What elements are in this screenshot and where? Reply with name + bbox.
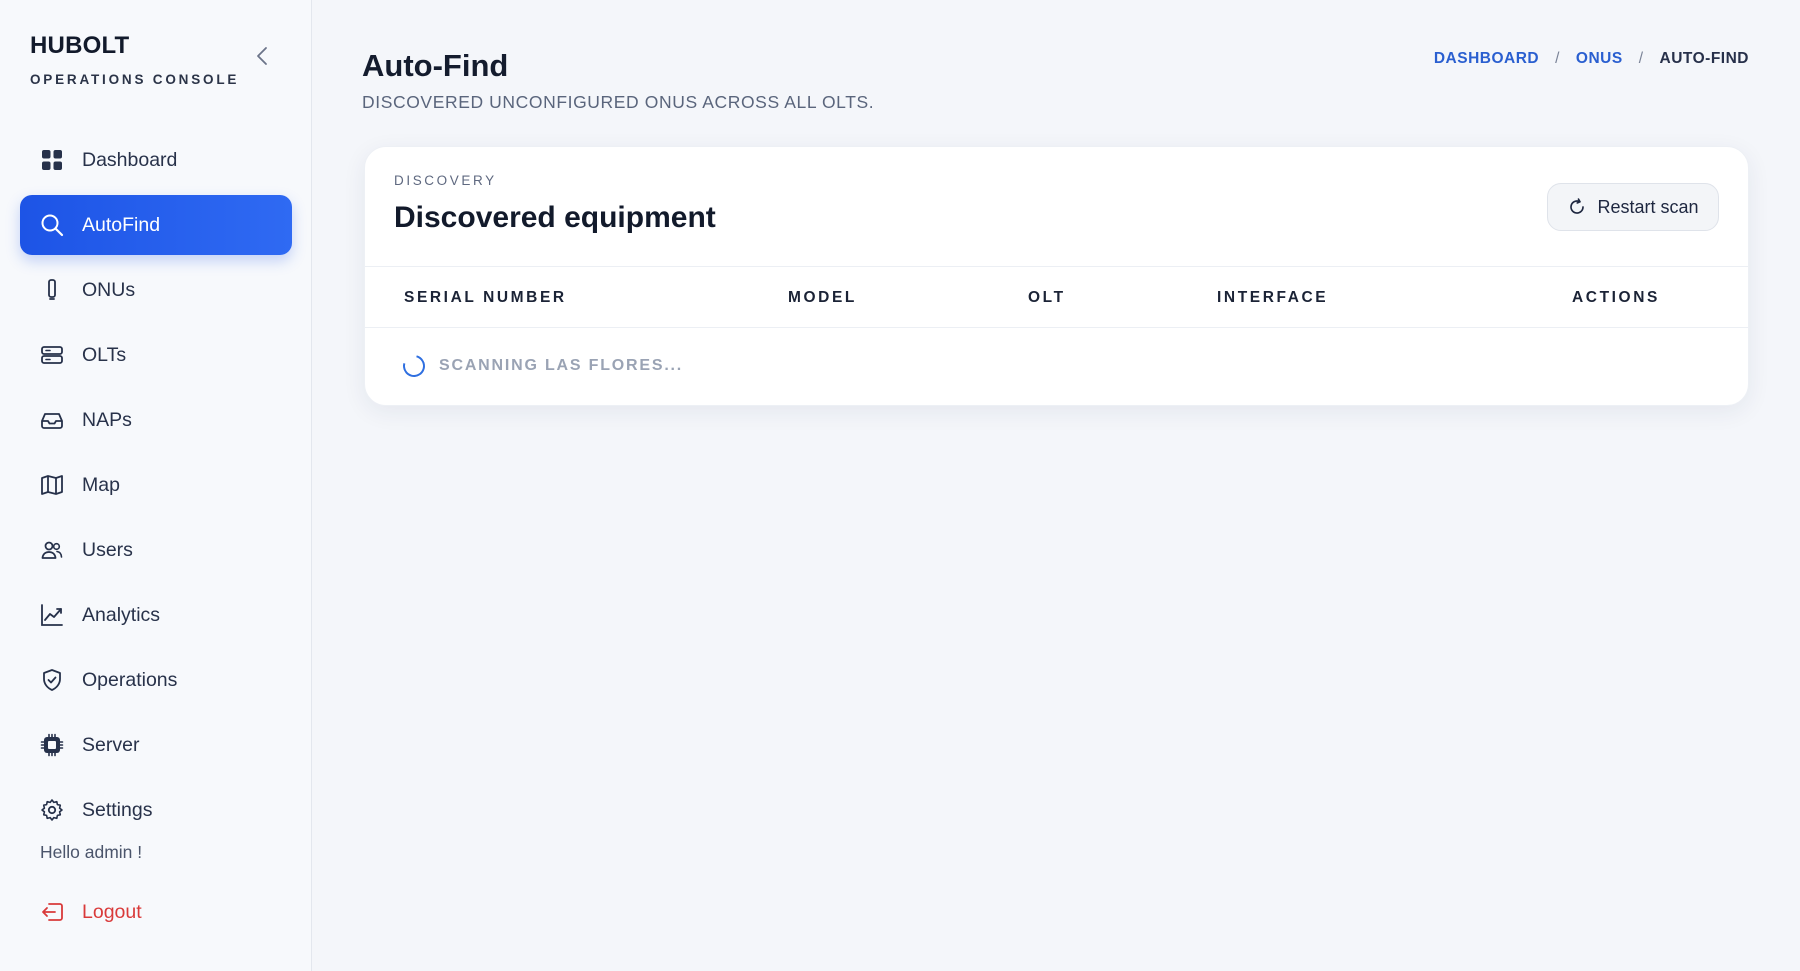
breadcrumb-onus[interactable]: ONUS: [1576, 50, 1623, 68]
brand: HUBOLT OPERATIONS CONSOLE: [30, 32, 239, 87]
sidebar-item-label: Analytics: [82, 603, 161, 626]
server-stack-icon: [40, 343, 64, 367]
sidebar-item-label: NAPs: [82, 408, 132, 431]
sidebar-item-label: Map: [82, 473, 120, 496]
logout-icon: [40, 900, 64, 924]
breadcrumb-dashboard[interactable]: DASHBOARD: [1434, 50, 1539, 68]
restart-scan-label: Restart scan: [1597, 196, 1699, 217]
sidebar-item-label: Operations: [82, 668, 178, 691]
search-icon: [40, 213, 64, 237]
logout-button[interactable]: Logout: [20, 882, 292, 942]
column-header-serial: SERIAL NUMBER: [404, 289, 567, 306]
sidebar-item-label: ONUs: [82, 278, 136, 301]
card-eyebrow: DISCOVERY: [394, 173, 497, 188]
sidebar-item-settings[interactable]: Settings: [20, 780, 292, 840]
sidebar-item-analytics[interactable]: Analytics: [20, 585, 292, 645]
chart-icon: [40, 603, 64, 627]
card-title: Discovered equipment: [394, 201, 716, 234]
scan-status: SCANNING LAS FLORES...: [398, 350, 684, 382]
table-header: SERIAL NUMBER MODEL OLT INTERFACE ACTION…: [365, 266, 1748, 328]
scan-status-text: SCANNING LAS FLORES...: [439, 357, 684, 374]
sidebar-item-label: Settings: [82, 798, 153, 821]
column-header-olt: OLT: [1028, 289, 1066, 306]
breadcrumb-separator: /: [1638, 50, 1644, 67]
column-header-actions: ACTIONS: [1572, 289, 1660, 306]
sidebar-item-operations[interactable]: Operations: [20, 650, 292, 710]
sidebar: HUBOLT OPERATIONS CONSOLE Dashboard Auto…: [0, 0, 312, 971]
sidebar-item-dashboard[interactable]: Dashboard: [20, 130, 292, 190]
sidebar-item-olts[interactable]: OLTs: [20, 325, 292, 385]
sidebar-item-users[interactable]: Users: [20, 520, 292, 580]
column-header-model: MODEL: [788, 289, 857, 306]
loading-spinner-icon: [398, 350, 430, 382]
restart-scan-button[interactable]: Restart scan: [1547, 183, 1719, 231]
sidebar-item-onus[interactable]: ONUs: [20, 260, 292, 320]
app-root: HUBOLT OPERATIONS CONSOLE Dashboard Auto…: [0, 0, 1800, 971]
sidebar-item-label: Server: [82, 733, 140, 756]
map-icon: [40, 473, 64, 497]
sidebar-item-label: Dashboard: [82, 148, 178, 171]
brand-title: HUBOLT: [30, 32, 130, 59]
breadcrumb-separator: /: [1555, 50, 1560, 67]
page-subtitle: DISCOVERED UNCONFIGURED ONUS ACROSS ALL …: [362, 92, 875, 112]
sidebar-nav: Dashboard AutoFind ONUs OLTs NAPs Map Us…: [20, 130, 292, 845]
gear-icon: [40, 798, 64, 822]
breadcrumb-current: AUTO-FIND: [1659, 50, 1749, 67]
cpu-chip-icon: [40, 733, 64, 757]
grid-icon: [40, 148, 64, 172]
users-icon: [40, 538, 64, 562]
device-icon: [40, 278, 64, 302]
shield-check-icon: [40, 668, 64, 692]
sidebar-item-map[interactable]: Map: [20, 455, 292, 515]
chevron-left-icon: [257, 47, 267, 65]
discovery-card: DISCOVERY Discovered equipment Restart s…: [364, 146, 1749, 406]
logout-label: Logout: [82, 900, 142, 923]
sidebar-item-label: Users: [82, 538, 133, 561]
inbox-icon: [40, 408, 64, 432]
sidebar-item-server[interactable]: Server: [20, 715, 292, 775]
brand-subtitle: OPERATIONS CONSOLE: [30, 72, 240, 87]
refresh-icon: [1567, 197, 1587, 217]
page-title: Auto-Find: [362, 48, 509, 83]
sidebar-item-autofind[interactable]: AutoFind: [20, 195, 292, 255]
sidebar-item-label: AutoFind: [82, 213, 161, 236]
breadcrumb: DASHBOARD / ONUS / AUTO-FIND: [1434, 50, 1749, 68]
greeting-text: Hello admin !: [40, 842, 143, 862]
sidebar-item-label: OLTs: [82, 343, 127, 366]
sidebar-item-naps[interactable]: NAPs: [20, 390, 292, 450]
column-header-interface: INTERFACE: [1217, 289, 1329, 306]
collapse-sidebar-button[interactable]: [250, 44, 274, 68]
